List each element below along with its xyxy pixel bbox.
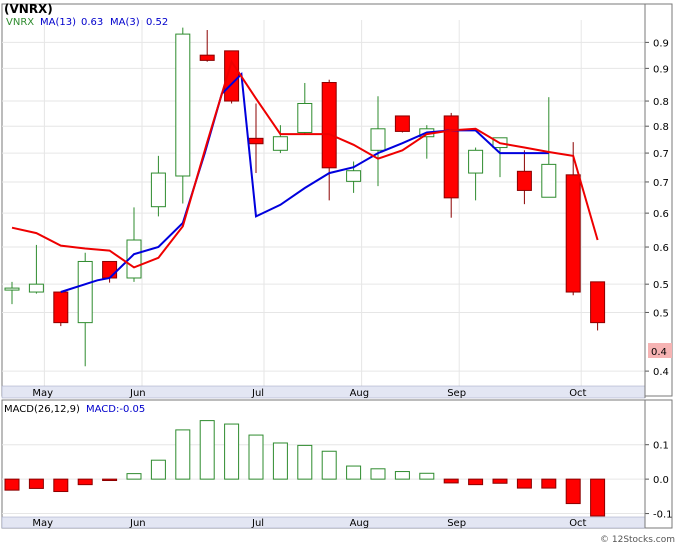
macd-bar-positive [346,465,362,480]
macd-bar-negative [102,478,118,482]
candle-up [468,149,484,174]
candle-up [150,172,166,208]
legend-ma3: MA(3) [110,17,140,28]
legend-ma3-value: 0.52 [146,17,168,28]
last-price-label: 0.4 [651,347,667,358]
price-y-axis: 0.4 0.5 0.5 0.6 0.6 0.7 0.7 0.8 0.8 0.9 0.9 [645,38,669,378]
stock-chart: 0.4 0.5 0.5 0.6 0.6 0.7 0.7 0.8 0.8 0.9 0.9 May Jun… [1,2,675,545]
macd-legend: MACD(26,12,9) [4,404,80,415]
candle-up [346,170,362,182]
macd-month-label: Jul [251,518,264,529]
price-y-tick-label: 0.9 [653,38,669,49]
candle-up [4,287,20,291]
macd-month-label: Sep [447,518,466,529]
candle-down [443,115,459,199]
macd-bar-positive [199,420,215,480]
macd-bar-negative [516,478,532,489]
month-label: Sep [447,388,466,399]
price-y-tick-label: 0.8 [653,122,669,133]
macd-value-legend: MACD:-0.05 [86,404,145,415]
macd-bar-positive [224,423,240,480]
macd-bar-negative [492,478,508,484]
price-x-axis-strip [1,385,646,399]
legend-ma13-value: 0.63 [81,17,103,28]
legend-ticker: VNRX [6,17,34,28]
macd-bar-negative [443,478,459,484]
candle-up [28,283,44,293]
macd-bar-negative [565,478,581,505]
candle-up [541,163,557,198]
candles [4,27,606,367]
candle-down [394,115,410,132]
macd-month-label: Aug [350,518,370,529]
macd-bar-negative [28,478,44,489]
price-y-tick-label: 0.6 [653,209,669,220]
candle-up [297,102,313,133]
macd-bar-positive [272,442,288,480]
macd-y-tick-label: 0.0 [653,475,669,486]
macd-bar-positive [126,473,142,480]
watermark: © 12Stocks.com [600,535,675,545]
legend-ma13: MA(13) [40,17,76,28]
macd-month-label: Oct [569,518,586,529]
macd-month-label: May [32,518,53,529]
candle-up [77,260,93,324]
candle-down [321,82,337,169]
macd-bar-negative [541,478,557,489]
macd-bar-positive [321,450,337,480]
macd-month-label: Jun [129,518,146,529]
price-y-tick-label: 0.5 [653,308,669,319]
macd-bar-negative [53,478,69,493]
candle-down [102,260,118,279]
macd-bar-positive [150,459,166,480]
price-y-tick-label: 0.5 [653,280,669,291]
month-label: Oct [569,388,586,399]
macd-bar-negative [77,478,93,486]
price-gridlines [2,20,645,386]
macd-y-axis: 0.1 0.0 -0.1 [645,441,673,521]
candle-down [53,291,69,324]
month-label: Aug [350,388,370,399]
candle-down [590,281,606,324]
macd-y-tick-label: 0.1 [653,441,669,452]
candle-up [272,136,288,151]
price-y-tick-label: 0.7 [653,178,669,189]
macd-bar-positive [297,444,313,480]
candle-up [175,33,191,177]
macd-bar-negative [590,478,606,517]
candle-down [565,174,581,293]
macd-bar-negative [468,478,484,486]
price-y-tick-label: 0.6 [653,243,669,254]
ticker-title: (VNRX) [4,2,53,16]
macd-bar-positive [248,434,264,480]
macd-bar-negative [4,478,20,491]
macd-bar-positive [394,471,410,480]
month-label: Jul [251,388,264,399]
candle-up [370,128,386,151]
month-label: Jun [129,388,146,399]
candle-down [199,54,215,61]
price-y-tick-label: 0.9 [653,64,669,75]
macd-bar-positive [175,429,191,480]
macd-bars [4,420,606,517]
macd-panel-frame [1,399,673,529]
price-y-tick-label: 0.4 [653,367,669,378]
price-y-tick-label: 0.8 [653,97,669,108]
macd-x-axis-strip [1,516,646,529]
candle-down [516,170,532,191]
price-y-tick-label: 0.7 [653,149,669,160]
macd-bar-positive [370,468,386,480]
macd-bar-positive [419,472,435,480]
month-label: May [32,388,53,399]
macd-y-tick-label: -0.1 [653,510,673,521]
candle-down [248,137,264,145]
